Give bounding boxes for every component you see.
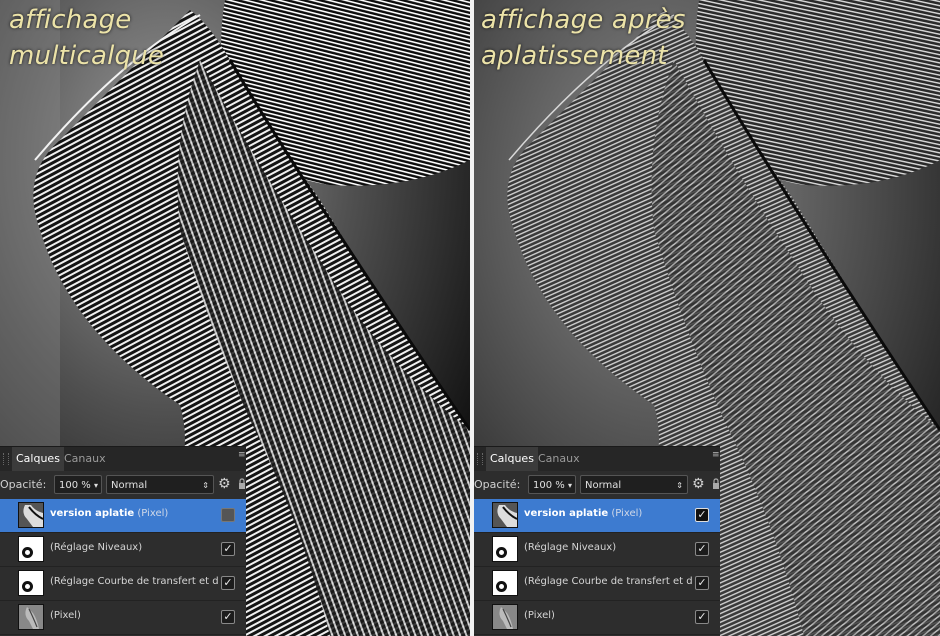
adjustment-thumbnail [18, 536, 44, 562]
adjustment-thumbnail [18, 570, 44, 596]
chevron-down-icon: ▾ [93, 481, 98, 490]
adjustment-thumbnail [492, 536, 518, 562]
adjustment-icon [22, 581, 33, 592]
tab-calques[interactable]: Calques [486, 447, 538, 471]
blend-mode-select[interactable]: Normal ⇕ [580, 475, 688, 494]
layer-row[interactable]: (Réglage Courbe de transfert et de ✓ [0, 567, 246, 601]
stepper-icon: ⇕ [202, 481, 209, 490]
caption-line: aplatissement [481, 41, 668, 71]
tab-calques[interactable]: Calques [12, 447, 64, 471]
layer-name: (Pixel) [50, 610, 218, 621]
opacity-value: 100 % [59, 480, 91, 491]
adjustment-thumbnail [492, 570, 518, 596]
panel-tab-bar: Calques Canaux ≡ [0, 447, 246, 471]
layer-title: version aplatie [524, 508, 609, 519]
adjustment-icon [496, 581, 507, 592]
panel-menu-icon[interactable]: ≡ [712, 451, 720, 463]
blend-mode-select[interactable]: Normal ⇕ [106, 475, 214, 494]
panel-tab-bar: Calques Canaux ≡ [474, 447, 720, 471]
visibility-checkbox[interactable]: ✓ [695, 542, 709, 556]
adjustment-icon [22, 547, 33, 558]
visibility-checkbox[interactable]: ✓ [695, 508, 709, 522]
layer-name: (Réglage Niveaux) [524, 542, 692, 553]
lock-icon[interactable] [238, 478, 246, 490]
layer-row[interactable]: version aplatie (Pixel) [0, 499, 246, 533]
layer-thumbnail [18, 604, 44, 630]
layer-name: version aplatie (Pixel) [50, 508, 218, 519]
layer-thumbnail [492, 502, 518, 528]
adjustment-icon [496, 547, 507, 558]
layer-type: (Pixel) [524, 610, 555, 621]
drag-grip-icon[interactable] [477, 453, 483, 465]
layer-row[interactable]: (Réglage Niveaux) ✓ [474, 533, 720, 567]
layer-type: (Pixel) [137, 508, 169, 519]
tab-canaux[interactable]: Canaux [534, 447, 584, 471]
layer-row[interactable]: version aplatie (Pixel) ✓ [474, 499, 720, 533]
opacity-value: 100 % [533, 480, 565, 491]
opacity-row: Opacité: 100 % ▾ Normal ⇕ ⚙ [474, 473, 720, 497]
layers-panel: Calques Canaux ≡ Opacité: 100 % ▾ Normal… [0, 446, 246, 636]
blend-mode-value: Normal [111, 480, 148, 491]
caption: affichage après aplatissement [481, 2, 686, 74]
caption-line: multicalque [9, 41, 165, 71]
layer-type: (Réglage Courbe de transfert et de [50, 576, 218, 587]
gear-icon[interactable]: ⚙ [692, 477, 706, 491]
caption: affichage multicalque [9, 2, 164, 74]
layer-type: (Pixel) [611, 508, 643, 519]
visibility-checkbox[interactable] [221, 508, 235, 522]
opacity-dropdown[interactable]: 100 % ▾ [54, 475, 102, 494]
layer-row[interactable]: (Pixel) ✓ [474, 601, 720, 635]
layer-thumbnail [492, 604, 518, 630]
opacity-dropdown[interactable]: 100 % ▾ [528, 475, 576, 494]
layer-name: (Réglage Courbe de transfert et de [524, 576, 692, 587]
layer-type: (Réglage Niveaux) [50, 542, 143, 553]
lock-icon[interactable] [712, 478, 720, 490]
layer-name: (Réglage Niveaux) [50, 542, 218, 553]
stepper-icon: ⇕ [676, 481, 683, 490]
opacity-row: Opacité: 100 % ▾ Normal ⇕ ⚙ [0, 473, 246, 497]
layer-type: (Pixel) [50, 610, 81, 621]
blend-mode-value: Normal [585, 480, 622, 491]
layer-list: version aplatie (Pixel) (Réglage Niveaux… [0, 499, 246, 635]
layer-thumbnail [18, 502, 44, 528]
visibility-checkbox[interactable]: ✓ [695, 576, 709, 590]
visibility-checkbox[interactable]: ✓ [695, 610, 709, 624]
opacity-label: Opacité: [474, 478, 521, 491]
layer-row[interactable]: (Réglage Niveaux) ✓ [0, 533, 246, 567]
layer-title: version aplatie [50, 508, 135, 519]
drag-grip-icon[interactable] [3, 453, 9, 465]
opacity-label: Opacité: [0, 478, 47, 491]
chevron-down-icon: ▾ [567, 481, 572, 490]
layer-row[interactable]: (Réglage Courbe de transfert et de ✓ [474, 567, 720, 601]
visibility-checkbox[interactable]: ✓ [221, 576, 235, 590]
layer-name: (Pixel) [524, 610, 692, 621]
visibility-checkbox[interactable]: ✓ [221, 610, 235, 624]
layer-name: (Réglage Courbe de transfert et de [50, 576, 218, 587]
gear-icon[interactable]: ⚙ [218, 477, 232, 491]
layers-panel: Calques Canaux ≡ Opacité: 100 % ▾ Normal… [474, 446, 720, 636]
layer-type: (Réglage Niveaux) [524, 542, 617, 553]
caption-line: affichage [9, 5, 132, 35]
visibility-checkbox[interactable]: ✓ [221, 542, 235, 556]
caption-line: affichage après [481, 5, 686, 35]
layer-type: (Réglage Courbe de transfert et de [524, 576, 692, 587]
layer-name: version aplatie (Pixel) [524, 508, 692, 519]
left-comparison-panel: affichage multicalque Calques Canaux ≡ O… [0, 0, 470, 636]
right-comparison-panel: affichage après aplatissement Calques Ca… [474, 0, 940, 636]
layer-list: version aplatie (Pixel) ✓ (Réglage Nivea… [474, 499, 720, 635]
tab-canaux[interactable]: Canaux [60, 447, 110, 471]
layer-row[interactable]: (Pixel) ✓ [0, 601, 246, 635]
panel-menu-icon[interactable]: ≡ [238, 451, 246, 463]
